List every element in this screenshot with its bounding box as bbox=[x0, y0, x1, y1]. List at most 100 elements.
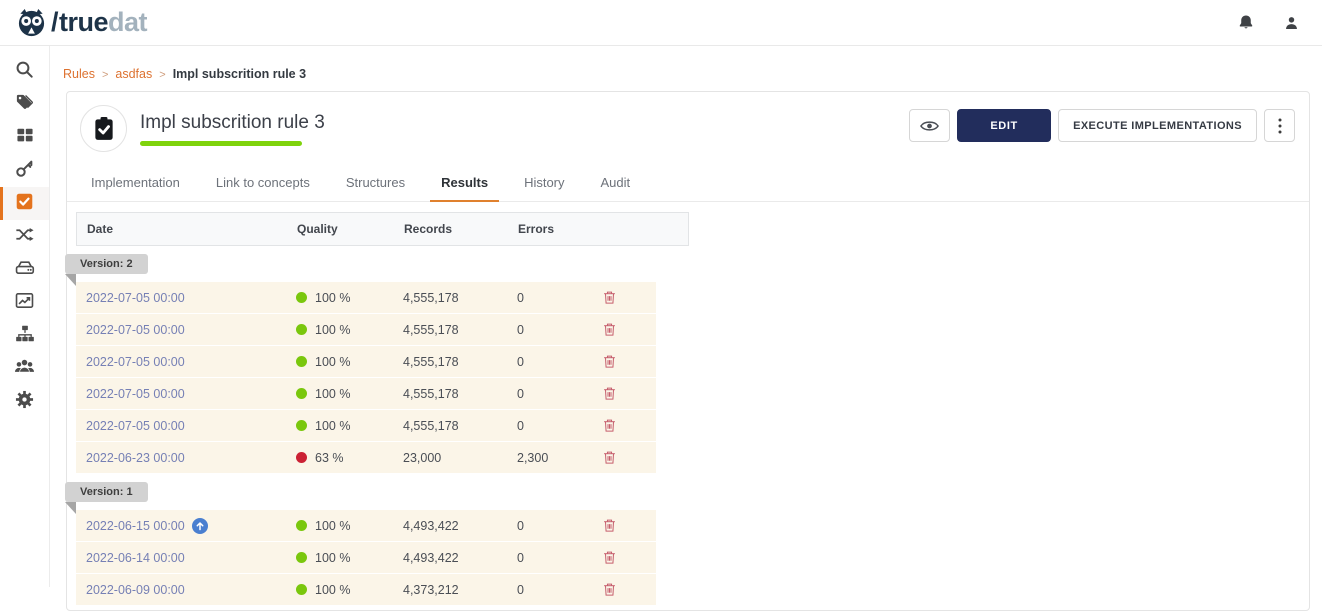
sidebar-item-dashboards[interactable] bbox=[0, 286, 49, 319]
result-date-link[interactable]: 2022-07-05 00:00 bbox=[86, 419, 185, 433]
preview-button[interactable] bbox=[909, 109, 950, 142]
tags-icon bbox=[15, 93, 34, 117]
quality-value: 63 % bbox=[315, 451, 344, 465]
result-date-link[interactable]: 2022-07-05 00:00 bbox=[86, 323, 185, 337]
row-actions-cell bbox=[601, 448, 651, 467]
quality-ok-dot-icon bbox=[296, 324, 307, 335]
sidebar-item-shuffle[interactable] bbox=[0, 220, 49, 253]
bell-icon[interactable] bbox=[1237, 13, 1255, 32]
result-row: 2022-06-23 00:0063 %23,0002,300 bbox=[76, 442, 656, 473]
result-row: 2022-07-05 00:00100 %4,555,1780 bbox=[76, 282, 656, 313]
breadcrumb-separator: > bbox=[159, 69, 165, 81]
errors-value: 2,300 bbox=[517, 451, 601, 465]
sidebar-item-groups[interactable] bbox=[0, 352, 49, 385]
breadcrumb-separator: > bbox=[102, 69, 108, 81]
check-square-icon bbox=[15, 192, 34, 216]
rule-avatar bbox=[80, 105, 127, 152]
trash-icon bbox=[603, 418, 616, 433]
user-icon[interactable] bbox=[1283, 14, 1300, 32]
sidebar-item-tags[interactable] bbox=[0, 88, 49, 121]
users-icon bbox=[14, 357, 35, 380]
result-row: 2022-06-09 00:00100 %4,373,2120 bbox=[76, 574, 656, 605]
shuffle-icon bbox=[15, 225, 34, 249]
quality-cell: 100 % bbox=[296, 419, 403, 433]
quality-value: 100 % bbox=[315, 519, 350, 533]
kebab-menu-icon bbox=[1278, 118, 1282, 134]
date-cell: 2022-07-05 00:00 bbox=[76, 419, 296, 433]
column-header-records: Records bbox=[404, 222, 518, 236]
tab-link-to-concepts[interactable]: Link to concepts bbox=[205, 166, 321, 201]
edit-button[interactable]: EDIT bbox=[957, 109, 1051, 142]
quality-value: 100 % bbox=[315, 355, 350, 369]
quality-cell: 100 % bbox=[296, 387, 403, 401]
delete-result-button[interactable] bbox=[601, 548, 618, 567]
main-content: Rules > asdfas > Impl subscrition rule 3 Imp… bbox=[50, 46, 1322, 587]
result-date-link[interactable]: 2022-07-05 00:00 bbox=[86, 387, 185, 401]
delete-result-button[interactable] bbox=[601, 516, 618, 535]
quality-value: 100 % bbox=[315, 387, 350, 401]
tab-results[interactable]: Results bbox=[430, 166, 499, 202]
quality-value: 100 % bbox=[315, 291, 350, 305]
row-actions-cell bbox=[601, 352, 651, 371]
result-row: 2022-06-14 00:00 100 % 4,493,4220 bbox=[76, 542, 656, 573]
execute-implementations-button[interactable]: EXECUTE IMPLEMENTATIONS bbox=[1058, 109, 1257, 142]
row-actions-cell bbox=[601, 416, 651, 435]
table-body: Version: 22022-07-05 00:00100 %4,555,178… bbox=[76, 246, 1309, 605]
sidebar-item-settings[interactable] bbox=[0, 385, 49, 418]
sidebar-item-lineage[interactable] bbox=[0, 319, 49, 352]
delete-result-button[interactable] bbox=[601, 580, 618, 599]
trash-icon bbox=[603, 450, 616, 465]
records-value: 4,493,422 bbox=[403, 551, 517, 565]
rule-header: Impl subscrition rule 3 EDIT EXECUTE IMP… bbox=[67, 105, 1309, 157]
tab-history[interactable]: History bbox=[513, 166, 575, 201]
sidebar-item-search[interactable] bbox=[0, 55, 49, 88]
search-icon bbox=[15, 60, 34, 84]
breadcrumb: Rules > asdfas > Impl subscrition rule 3 bbox=[50, 46, 1322, 91]
tab-audit[interactable]: Audit bbox=[590, 166, 642, 201]
column-header-errors: Errors bbox=[518, 222, 602, 236]
sidebar-item-grid[interactable] bbox=[0, 121, 49, 154]
quality-value: 100 % bbox=[315, 551, 350, 565]
column-header-date: Date bbox=[77, 222, 297, 236]
delete-result-button[interactable] bbox=[601, 448, 618, 467]
sidebar-item-rules[interactable] bbox=[0, 187, 49, 220]
sidebar-item-sources[interactable] bbox=[0, 253, 49, 286]
date-cell: 2022-06-15 00:00 bbox=[76, 518, 296, 534]
rule-detail-card: Impl subscrition rule 3 EDIT EXECUTE IMP… bbox=[66, 91, 1310, 611]
delete-result-button[interactable] bbox=[601, 352, 618, 371]
breadcrumb-rules-link[interactable]: Rules bbox=[63, 67, 95, 81]
delete-result-button[interactable] bbox=[601, 320, 618, 339]
tab-implementation[interactable]: Implementation bbox=[80, 166, 191, 201]
event-arrow-icon[interactable] bbox=[192, 518, 208, 534]
quality-ok-dot-icon bbox=[296, 292, 307, 303]
quality-cell: 100 % bbox=[296, 355, 403, 369]
truedat-logo[interactable]: /truedat bbox=[16, 7, 147, 38]
row-actions-cell bbox=[601, 288, 651, 307]
quality-cell: 100 % bbox=[296, 519, 403, 533]
sidebar-item-key[interactable] bbox=[0, 154, 49, 187]
result-date-link[interactable]: 2022-07-05 00:00 bbox=[86, 291, 185, 305]
row-actions-cell bbox=[601, 320, 651, 339]
trash-icon bbox=[603, 582, 616, 597]
quality-cell: 100 % bbox=[296, 551, 403, 565]
quality-ok-dot-icon bbox=[296, 552, 307, 563]
result-date-link[interactable]: 2022-06-09 00:00 bbox=[86, 583, 185, 597]
breadcrumb-current: Impl subscrition rule 3 bbox=[173, 67, 306, 81]
trash-icon bbox=[603, 322, 616, 337]
result-row: 2022-07-05 00:00100 %4,555,1780 bbox=[76, 314, 656, 345]
more-options-button[interactable] bbox=[1264, 109, 1295, 142]
result-date-link[interactable]: 2022-06-14 00:00 bbox=[86, 551, 185, 565]
delete-result-button[interactable] bbox=[601, 416, 618, 435]
trash-icon bbox=[603, 354, 616, 369]
delete-result-button[interactable] bbox=[601, 288, 618, 307]
delete-result-button[interactable] bbox=[601, 384, 618, 403]
errors-value: 0 bbox=[517, 551, 601, 565]
date-cell: 2022-07-05 00:00 bbox=[76, 355, 296, 369]
errors-value: 0 bbox=[517, 519, 601, 533]
tab-structures[interactable]: Structures bbox=[335, 166, 416, 201]
breadcrumb-rule-link[interactable]: asdfas bbox=[115, 67, 152, 81]
result-date-link[interactable]: 2022-06-15 00:00 bbox=[86, 519, 185, 533]
column-header-quality: Quality bbox=[297, 222, 404, 236]
result-date-link[interactable]: 2022-06-23 00:00 bbox=[86, 451, 185, 465]
result-date-link[interactable]: 2022-07-05 00:00 bbox=[86, 355, 185, 369]
